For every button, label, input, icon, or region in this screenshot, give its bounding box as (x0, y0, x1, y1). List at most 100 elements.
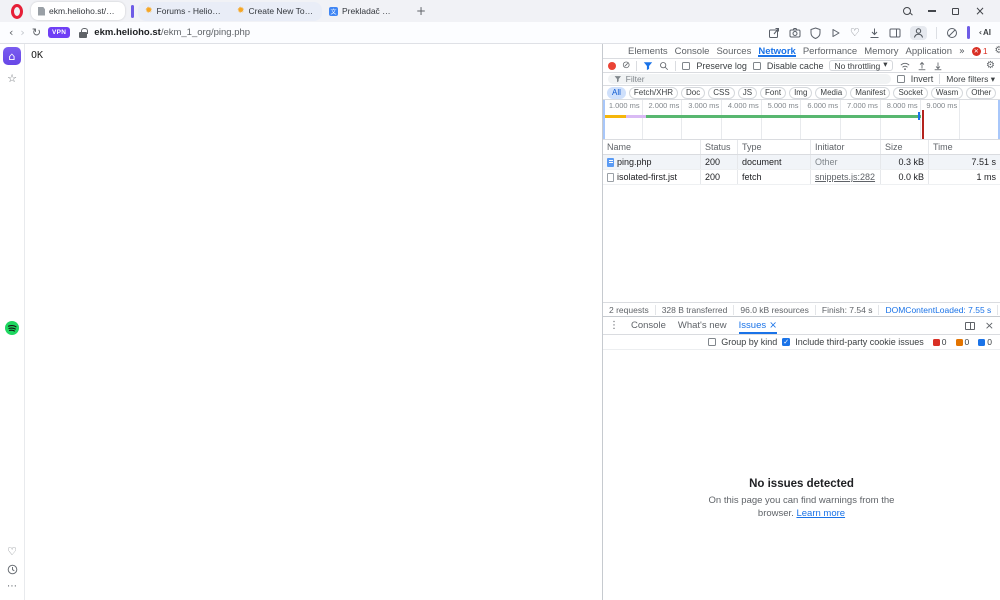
chip-media[interactable]: Media (815, 87, 847, 99)
summary-finish: Finish: 7.54 s (816, 305, 880, 315)
lock-icon[interactable] (79, 28, 87, 38)
filter-funnel-icon[interactable] (643, 61, 653, 71)
network-summary-bar: 2 requests 328 B transferred 96.0 kB res… (603, 302, 1000, 316)
chip-fetch-xhr[interactable]: Fetch/XHR (629, 87, 678, 99)
filter-input[interactable] (626, 74, 885, 84)
error-counter[interactable]: ✕ 1 (972, 46, 988, 56)
third-party-checkbox[interactable]: ✓ (782, 338, 790, 346)
filter-input-box[interactable] (608, 74, 891, 84)
google-translate-favicon: 文 (329, 7, 338, 16)
chip-doc[interactable]: Doc (681, 87, 705, 99)
tab-performance[interactable]: Performance (803, 45, 857, 57)
history-clock-icon[interactable] (7, 564, 18, 575)
col-initiator[interactable]: Initiator (811, 140, 881, 154)
export-har-icon[interactable] (933, 61, 943, 71)
col-name[interactable]: Name (603, 140, 701, 154)
search-network-icon[interactable] (659, 61, 669, 71)
tab-elements[interactable]: Elements (628, 45, 668, 57)
import-har-icon[interactable] (917, 61, 927, 71)
col-size[interactable]: Size (881, 140, 929, 154)
url-host: ekm.helioho.st (94, 27, 161, 38)
tab-active-ping[interactable]: ekm.helioho.st/ekm_1_org (31, 2, 125, 20)
content-blocker-icon[interactable] (946, 27, 958, 39)
bookmarks-star-icon[interactable]: ☆ (7, 73, 17, 84)
bookmark-heart-icon[interactable]: ♡ (850, 27, 860, 38)
maximize-button[interactable] (952, 8, 959, 15)
profile-button[interactable] (910, 26, 927, 40)
network-filter-row: Invert More filters ▾ (603, 73, 1000, 86)
drawer-tab-issues[interactable]: Issues × (739, 317, 777, 334)
share-icon[interactable] (768, 27, 780, 39)
more-options-icon[interactable]: ⋯ (7, 582, 17, 592)
close-tab-icon[interactable]: × (769, 321, 777, 331)
drawer-tab-console[interactable]: Console (631, 317, 666, 334)
minimize-button[interactable] (928, 10, 936, 11)
chip-socket[interactable]: Socket (893, 87, 927, 99)
drawer-menu-icon[interactable]: ⋮ (609, 321, 619, 331)
col-status[interactable]: Status (701, 140, 738, 154)
chip-other[interactable]: Other (966, 87, 996, 99)
drawer-tabbar: ⋮ Console What's new Issues × × (603, 317, 1000, 335)
table-row[interactable]: isolated-first.jst 200 fetch snippets.js… (603, 170, 1000, 185)
overview-handle-left[interactable] (603, 100, 605, 139)
record-button[interactable] (608, 62, 616, 70)
more-filters-button[interactable]: More filters ▾ (946, 74, 995, 85)
more-tabs-icon[interactable]: » (959, 46, 965, 57)
download-icon[interactable] (869, 27, 880, 39)
snapshot-camera-icon[interactable] (789, 27, 801, 39)
chip-js[interactable]: JS (738, 87, 757, 99)
network-settings-gear-icon[interactable]: ⚙ (986, 61, 995, 71)
initiator-link[interactable]: snippets.js:282 (815, 172, 875, 182)
back-button[interactable]: ‹ (9, 27, 13, 38)
chip-css[interactable]: CSS (708, 87, 734, 99)
new-tab-button[interactable]: + (412, 5, 430, 17)
throttling-select[interactable]: No throttling ▾ (829, 60, 892, 71)
tab-sources[interactable]: Sources (716, 45, 751, 57)
tab-console[interactable]: Console (675, 45, 710, 57)
disable-cache-checkbox[interactable] (753, 62, 761, 70)
chip-all[interactable]: All (607, 87, 626, 99)
tab-create-topic[interactable]: ✹ Create New Topic - Helio (230, 2, 322, 20)
drawer-tab-whats-new[interactable]: What's new (678, 317, 727, 334)
col-type[interactable]: Type (738, 140, 811, 154)
player-icon[interactable] (830, 27, 841, 39)
group-by-kind-checkbox[interactable] (708, 338, 716, 346)
divider (936, 27, 937, 39)
network-conditions-icon[interactable] (899, 61, 911, 71)
close-button[interactable]: × (975, 5, 985, 17)
panels-icon[interactable] (889, 27, 901, 39)
col-time[interactable]: Time (929, 140, 1000, 154)
tab-forums[interactable]: ✹ Forums - HelioNet (138, 2, 230, 20)
preserve-log-checkbox[interactable] (682, 62, 690, 70)
settings-gear-icon[interactable]: ⚙ (995, 46, 1000, 56)
forward-button[interactable]: › (20, 27, 24, 38)
split-panel-icon[interactable] (965, 322, 975, 330)
url-field[interactable]: ekm.helioho.st/ekm_1_org/ping.php (94, 27, 250, 38)
tab-application[interactable]: Application (906, 45, 952, 57)
sidebar-bottom-group: ♡ ⋯ (7, 546, 18, 600)
tab-network[interactable]: Network (758, 45, 795, 57)
tab-translate[interactable]: 文 Prekladač Google (322, 2, 402, 20)
chip-font[interactable]: Font (760, 87, 786, 99)
start-page-button[interactable]: ⌂ (3, 47, 21, 65)
shield-icon[interactable] (810, 27, 821, 39)
sidebar-toggle-bar[interactable] (967, 26, 970, 39)
chip-manifest[interactable]: Manifest (850, 87, 890, 99)
learn-more-link[interactable]: Learn more (796, 508, 845, 519)
empty-state-text: On this page you can find warnings from … (682, 495, 922, 521)
clear-log-icon[interactable]: ⊘ (622, 61, 630, 71)
network-overview-timeline[interactable]: 1.000 ms 2.000 ms 3.000 ms 4.000 ms 5.00… (603, 100, 1000, 140)
chip-img[interactable]: Img (789, 87, 812, 99)
search-icon[interactable] (903, 7, 912, 16)
invert-checkbox[interactable] (897, 75, 905, 83)
chip-wasm[interactable]: Wasm (931, 87, 963, 99)
tab-memory[interactable]: Memory (864, 45, 898, 57)
opera-logo[interactable] (11, 4, 23, 19)
table-row[interactable]: ping.php 200 document Other 0.3 kB 7.51 … (603, 155, 1000, 170)
aria-ai-button[interactable]: ‹ AI (979, 28, 991, 37)
drawer-close-icon[interactable]: × (985, 320, 994, 331)
favorites-heart-icon[interactable]: ♡ (7, 546, 17, 557)
vpn-badge[interactable]: VPN (48, 27, 70, 38)
reload-button[interactable]: ↻ (32, 27, 41, 38)
spotify-icon[interactable] (4, 320, 20, 336)
